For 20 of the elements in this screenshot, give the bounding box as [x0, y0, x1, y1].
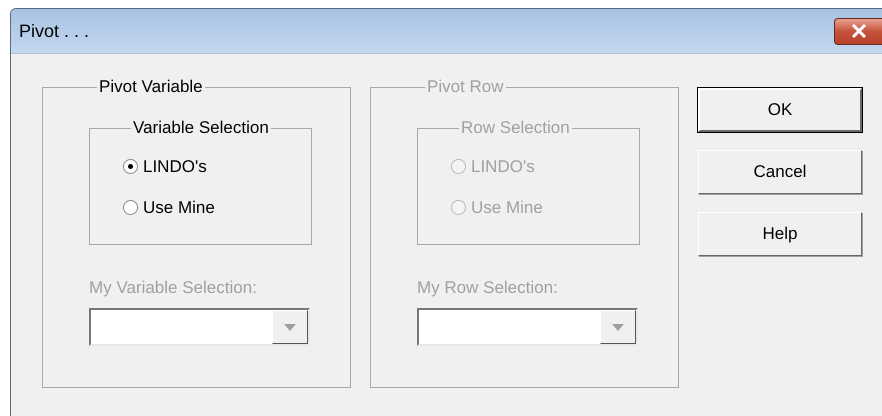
field-label: My Variable Selection:	[89, 277, 257, 299]
radio-button[interactable]	[123, 159, 138, 174]
radio-label[interactable]: LINDO's	[143, 154, 207, 180]
group-title: Row Selection	[460, 118, 571, 138]
dialog-button[interactable]: OK	[698, 88, 862, 132]
radio-label: LINDO's	[471, 156, 535, 178]
close-icon	[850, 24, 866, 38]
group-title: Pivot Variable	[98, 77, 204, 97]
radio-button[interactable]	[123, 200, 138, 215]
dialog-button[interactable]: Cancel	[698, 150, 862, 194]
group-title: Pivot Row	[426, 77, 505, 97]
dialog-button[interactable]: Help	[698, 212, 862, 256]
caret-icon	[612, 324, 624, 330]
group-title: Variable Selection	[132, 118, 270, 138]
field-label: My Row Selection:	[417, 277, 558, 299]
caret-icon	[284, 324, 296, 330]
close-button[interactable]	[834, 18, 882, 44]
window-title: Pivot . . .	[19, 20, 90, 42]
radio-label[interactable]: Use Mine	[143, 194, 215, 220]
radio-label: Use Mine	[471, 196, 543, 219]
